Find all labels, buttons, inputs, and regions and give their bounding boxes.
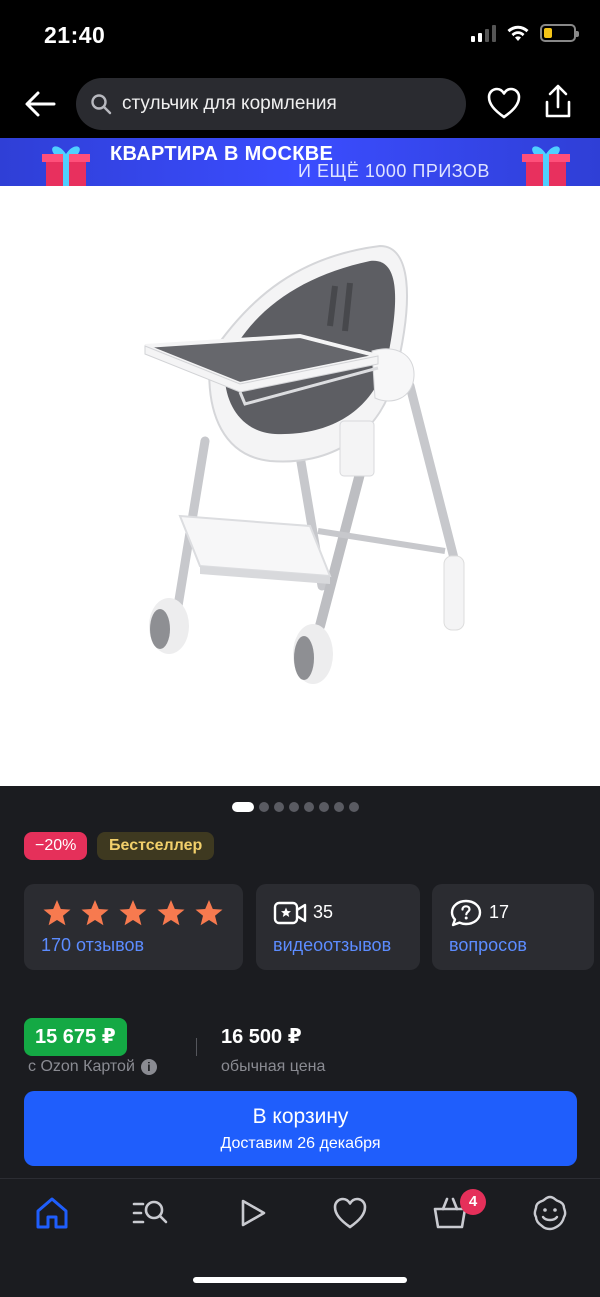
star-icon xyxy=(81,900,109,926)
ozon-card-price: 15 675 ₽ xyxy=(24,1018,127,1056)
top-navigation: стульчик для кормления xyxy=(0,70,600,138)
profile-smile-icon xyxy=(533,1195,567,1231)
nav-favorites[interactable] xyxy=(330,1193,370,1233)
delivery-date-label: Доставим 26 декабря xyxy=(220,1135,381,1152)
star-icon xyxy=(119,900,147,926)
reviews-link[interactable]: 170 отзывов xyxy=(41,935,144,956)
carousel-dot-active[interactable] xyxy=(232,802,254,812)
heart-icon xyxy=(487,87,521,119)
questions-link[interactable]: вопросов xyxy=(449,935,527,956)
nav-catalog[interactable] xyxy=(130,1193,170,1233)
carousel-dot[interactable] xyxy=(319,802,329,812)
video-camera-icon xyxy=(273,901,307,925)
wifi-icon xyxy=(507,25,529,41)
rating-stars xyxy=(42,898,224,928)
regular-price-note: обычная цена xyxy=(221,1058,326,1075)
status-icons xyxy=(471,24,579,42)
product-image[interactable] xyxy=(0,186,600,786)
catalog-search-icon xyxy=(132,1200,168,1224)
ozon-card-price-note: с Ozon Картой i xyxy=(28,1058,157,1076)
discount-badge: −20% xyxy=(24,832,88,860)
status-bar: 21:40 xyxy=(0,0,600,70)
status-time: 21:40 xyxy=(44,22,106,48)
star-icon xyxy=(43,900,71,926)
nav-video[interactable] xyxy=(232,1193,272,1233)
gift-icon xyxy=(522,146,570,186)
regular-price: 16 500 ₽ xyxy=(221,1026,302,1048)
gift-icon xyxy=(42,146,90,186)
star-icon xyxy=(157,900,185,926)
nav-home[interactable] xyxy=(32,1193,72,1233)
questions-count: 17 xyxy=(489,902,510,922)
nav-profile[interactable] xyxy=(530,1193,570,1233)
share-icon xyxy=(545,84,571,118)
carousel-dot[interactable] xyxy=(274,802,284,812)
questions-card[interactable]: 17 вопросов xyxy=(432,884,594,970)
carousel-dot[interactable] xyxy=(259,802,269,812)
play-icon xyxy=(241,1199,266,1227)
high-chair-illustration xyxy=(144,244,465,684)
info-icon[interactable]: i xyxy=(140,1059,157,1075)
home-indicator[interactable] xyxy=(193,1277,407,1283)
ozon-card-note-text: с Ozon Картой xyxy=(28,1058,135,1075)
star-icon xyxy=(195,900,223,926)
back-arrow-icon xyxy=(25,91,56,117)
carousel-dot[interactable] xyxy=(334,802,344,812)
carousel-dot[interactable] xyxy=(304,802,314,812)
search-icon xyxy=(91,94,112,115)
back-button[interactable] xyxy=(22,86,62,126)
cart-count-badge: 4 xyxy=(460,1189,486,1215)
video-reviews-card[interactable]: 35 видеоотзывов xyxy=(256,884,420,970)
add-to-cart-button[interactable]: В корзину Доставим 26 декабря xyxy=(24,1091,577,1166)
favorites-heart-icon xyxy=(333,1197,367,1229)
promo-banner[interactable]: КВАРТИРА В МОСКВЕ И ЕЩЁ 1000 ПРИЗОВ xyxy=(0,138,600,186)
banner-subtitle: И ЕЩЁ 1000 ПРИЗОВ xyxy=(298,161,490,181)
search-input[interactable]: стульчик для кормления xyxy=(76,78,466,130)
carousel-dot[interactable] xyxy=(349,802,359,812)
add-to-cart-label: В корзину xyxy=(252,1105,349,1128)
favorite-button[interactable] xyxy=(486,86,524,122)
share-button[interactable] xyxy=(540,82,578,122)
question-bubble-icon xyxy=(450,899,482,927)
video-reviews-link[interactable]: видеоотзывов xyxy=(273,935,391,956)
video-reviews-count: 35 xyxy=(313,902,334,922)
signal-icon xyxy=(471,24,496,42)
battery-icon xyxy=(540,24,579,42)
bestseller-badge: Бестселлер xyxy=(97,832,215,860)
home-icon xyxy=(36,1197,68,1229)
carousel-dot[interactable] xyxy=(289,802,299,812)
search-query: стульчик для кормления xyxy=(122,93,337,114)
price-divider xyxy=(196,1038,197,1056)
reviews-card[interactable]: 170 отзывов xyxy=(24,884,243,970)
carousel-indicator[interactable] xyxy=(232,802,359,812)
